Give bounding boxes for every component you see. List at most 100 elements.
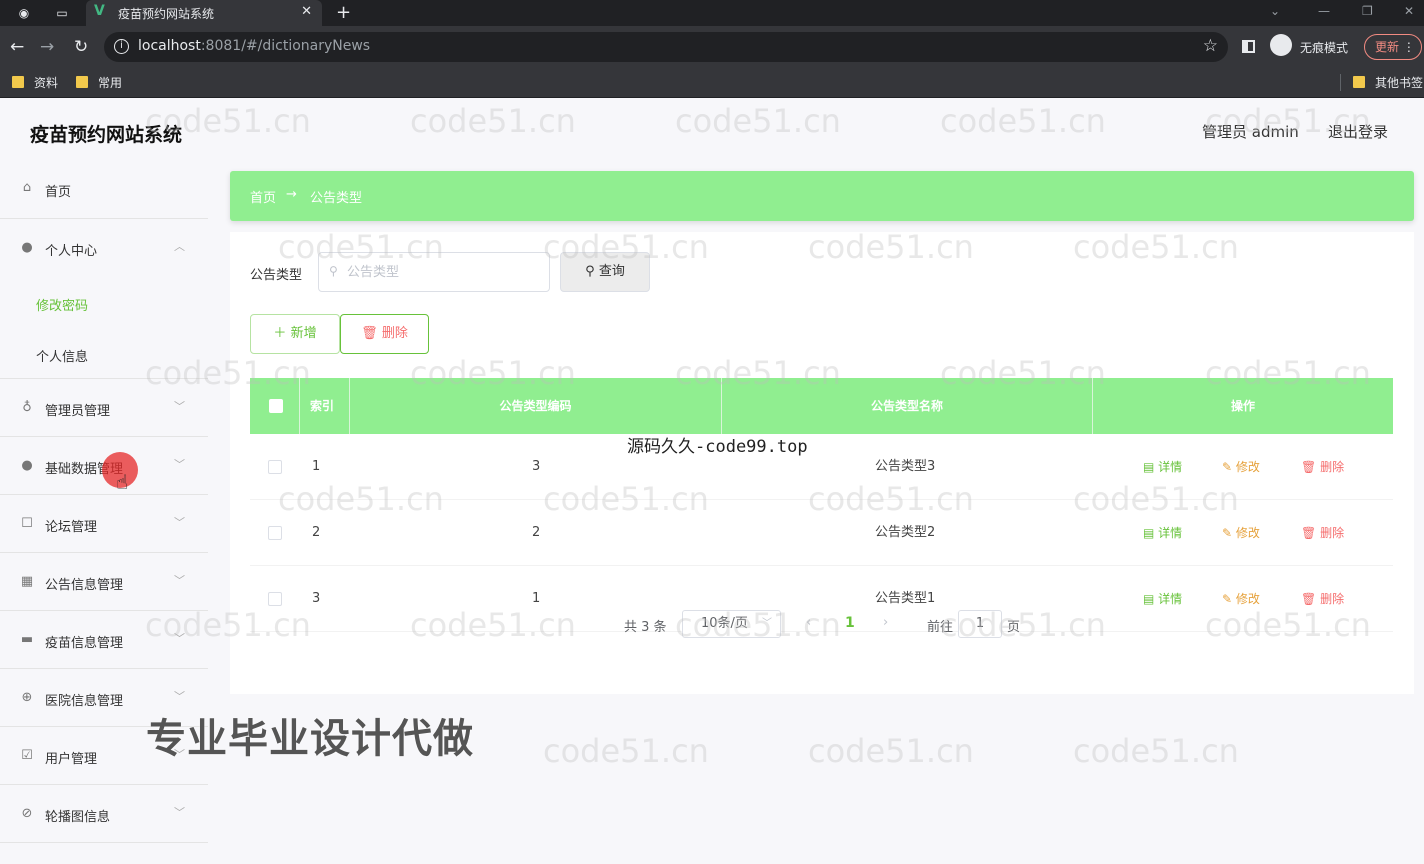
search-input[interactable]	[347, 262, 537, 282]
delete-button[interactable]: 🗑 删除	[1301, 500, 1344, 566]
cell-name: 公告类型3	[875, 459, 936, 474]
chevron-down-icon: ﹀	[174, 400, 185, 413]
column-header-code[interactable]: 公告类型编码	[350, 378, 722, 434]
sidebar-item-label: 用户管理	[45, 752, 98, 767]
logout-button[interactable]: 退出登录	[1328, 121, 1388, 142]
cell-name: 公告类型2	[875, 525, 936, 540]
incognito-label: 无痕模式	[1300, 41, 1349, 55]
bookmark-star-icon[interactable]: ☆	[1203, 36, 1218, 56]
sidebar-item-home[interactable]: ⌂ 首页	[0, 159, 208, 219]
table-row: 1 3 公告类型3 ▤ 详情 ✎ 修改 🗑 删除	[250, 434, 1393, 500]
detail-button[interactable]: ▤ 详情	[1143, 434, 1182, 500]
side-panel-icon[interactable]	[1242, 40, 1255, 53]
minimize-icon[interactable]: —	[1318, 4, 1330, 18]
chevron-down-icon: ﹀	[762, 618, 772, 629]
incognito-icon[interactable]	[1270, 34, 1292, 56]
sidebar-subitem-change-password[interactable]: 修改密码	[0, 277, 208, 328]
url-text: localhost:8081/#/dictionaryNews	[138, 38, 371, 54]
folder-icon	[1353, 76, 1365, 88]
folder-icon	[12, 76, 24, 88]
square-icon: ☐	[21, 516, 33, 531]
tab-overview-icon[interactable]: ▭	[54, 5, 70, 21]
page-unit-label: 页	[1007, 620, 1021, 635]
sidebar-item-label: 公告信息管理	[45, 578, 124, 593]
browser-tab[interactable]: V 疫苗预约网站系统 ✕	[86, 0, 322, 26]
forward-icon[interactable]: →	[40, 37, 54, 57]
sidebar-item-label: 管理员管理	[45, 404, 111, 419]
table-header: 索引 公告类型编码 公告类型名称 操作	[250, 378, 1393, 434]
add-button[interactable]: ＋ 新增	[250, 314, 340, 354]
goto-label: 前往	[927, 620, 954, 635]
chevron-up-icon: ︿	[174, 240, 185, 253]
bookmark-folder-common[interactable]: 常用	[76, 74, 122, 91]
chevron-down-icon: ﹀	[174, 690, 185, 703]
checkbox-icon: ☑	[21, 748, 33, 763]
vue-logo-icon: V	[94, 3, 105, 19]
sidebar-item-label: 轮播图信息	[45, 810, 111, 825]
breadcrumb-current: 公告类型	[310, 191, 363, 206]
hand-cursor-icon: ☝	[116, 470, 129, 494]
sidebar-subitem-profile[interactable]: 个人信息	[0, 328, 208, 379]
reload-icon[interactable]: ↻	[74, 37, 88, 57]
breadcrumb-home[interactable]: 首页	[250, 187, 276, 206]
cell-code: 2	[532, 525, 541, 540]
globe-icon[interactable]: ◉	[16, 5, 32, 21]
chevron-down-icon: ﹀	[174, 516, 185, 529]
url-field[interactable]: i localhost:8081/#/dictionaryNews ☆	[104, 32, 1228, 62]
row-checkbox[interactable]	[268, 592, 282, 606]
delete-button[interactable]: 🗑 删除	[1301, 434, 1344, 500]
batch-delete-button[interactable]: 🗑 删除	[340, 314, 429, 354]
edit-button[interactable]: ✎ 修改	[1222, 500, 1260, 566]
sidebar-item-carousel[interactable]: ⊘ 轮播图信息 ﹀	[0, 785, 208, 843]
row-checkbox[interactable]	[268, 526, 282, 540]
microphone-icon: ♁	[22, 400, 32, 415]
tab-search-icon[interactable]: ⌄	[1270, 4, 1280, 18]
new-tab-icon[interactable]: +	[336, 2, 351, 23]
query-button[interactable]: ⚲ 查询	[560, 252, 650, 292]
compass-icon: ⊘	[21, 806, 33, 821]
bookmark-folder-other[interactable]: 其他书签	[1340, 74, 1423, 91]
plus-icon: ＋	[273, 326, 287, 341]
detail-button[interactable]: ▤ 详情	[1143, 500, 1182, 566]
bookmark-folder-resources[interactable]: 资料	[12, 74, 58, 91]
sidebar-item-label: 首页	[45, 185, 72, 200]
restore-icon[interactable]: ❐	[1362, 4, 1373, 18]
next-page-icon[interactable]: ›	[883, 615, 888, 630]
column-header-index[interactable]: 索引	[300, 378, 350, 434]
close-tab-icon[interactable]: ✕	[301, 4, 312, 19]
cell-index: 1	[312, 459, 321, 474]
sidebar-item-personal[interactable]: ● 个人中心 ︿	[0, 219, 208, 277]
data-table: 索引 公告类型编码 公告类型名称 操作 1 3 公告类型3 ▤ 详情 ✎ 修改 …	[250, 378, 1393, 632]
edit-button[interactable]: ✎ 修改	[1222, 434, 1260, 500]
prev-page-icon[interactable]: ‹	[806, 615, 811, 630]
bookmarks-bar: 资料 常用 其他书签	[0, 68, 1424, 98]
cell-code: 3	[532, 459, 541, 474]
chevron-down-icon: ﹀	[174, 574, 185, 587]
row-checkbox[interactable]	[268, 460, 282, 474]
sidebar-item-notice[interactable]: ▦ 公告信息管理 ﹀	[0, 553, 208, 611]
browser-tabbar: ◉ ▭ V 疫苗预约网站系统 ✕ + ⌄ — ❐ ✕	[0, 0, 1424, 26]
folder-icon	[76, 76, 88, 88]
page-size-select[interactable]: 10条/页 ﹀	[682, 610, 781, 638]
goto-page-input[interactable]: 1	[958, 610, 1002, 638]
promo-banner: 专业毕业设计代做	[146, 716, 474, 762]
sidebar-item-label: 论坛管理	[45, 520, 98, 535]
address-bar: ← → ↻ i localhost:8081/#/dictionaryNews …	[0, 26, 1424, 68]
sidebar-item-admin[interactable]: ♁ 管理员管理 ﹀	[0, 379, 208, 437]
user-icon: ●	[21, 458, 33, 473]
search-field[interactable]: ⚲	[318, 252, 550, 292]
site-info-icon[interactable]: i	[114, 39, 129, 54]
sidebar-item-label: 医院信息管理	[45, 694, 124, 709]
window-close-icon[interactable]: ✕	[1404, 4, 1414, 18]
chevron-down-icon: ﹀	[174, 458, 185, 471]
overlay-caption: 源码久久-code99.top	[627, 437, 808, 457]
sidebar-item-label: 个人中心	[45, 244, 98, 259]
page-number[interactable]: 1	[845, 615, 855, 631]
sidebar-item-forum[interactable]: ☐ 论坛管理 ﹀	[0, 495, 208, 553]
select-all-checkbox[interactable]	[269, 399, 283, 413]
update-button[interactable]: 更新 ⋮	[1364, 34, 1422, 60]
back-icon[interactable]: ←	[10, 37, 24, 57]
sidebar-item-label: 修改密码	[36, 299, 89, 314]
breadcrumb: 首页 → 公告类型	[230, 171, 1414, 221]
column-header-name[interactable]: 公告类型名称	[722, 378, 1093, 434]
